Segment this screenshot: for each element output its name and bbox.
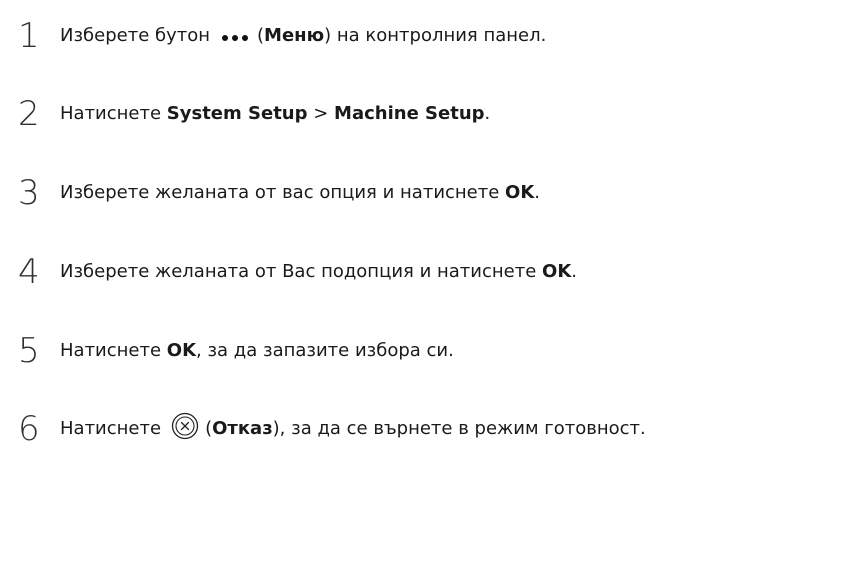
- path-separator: >: [307, 103, 335, 124]
- step-number: 6: [18, 409, 40, 449]
- ok-label: OK: [166, 340, 197, 361]
- step-text: Изберете бутон (Меню) на контролния пане…: [60, 24, 546, 48]
- step-text-pre: Натиснете: [60, 103, 167, 124]
- step-text: Натиснете System Setup > Machine Setup.: [60, 102, 490, 126]
- step-text-pre: Изберете бутон: [60, 25, 211, 46]
- step-1: 1 Изберете бутон (Меню) на контролния па…: [18, 16, 546, 56]
- instruction-steps: 1 Изберете бутон (Меню) на контролния па…: [0, 0, 847, 561]
- cancel-label: Отказ: [212, 418, 273, 439]
- step-2: 2 Натиснете System Setup > Machine Setup…: [18, 94, 490, 134]
- step-text-pre: Натиснете: [60, 418, 162, 439]
- step-text-post: ) на контролния панел.: [324, 25, 547, 46]
- step-text-post: .: [571, 261, 577, 282]
- step-text-post: .: [534, 182, 541, 203]
- step-text-post: ), за да се върнете в режим готовност.: [272, 418, 646, 439]
- menu-label: Меню: [264, 25, 325, 46]
- ok-label: OK: [505, 182, 535, 203]
- step-text-post: , за да запазите избора си.: [196, 340, 454, 361]
- step-3: 3 Изберете желаната от вас опция и натис…: [18, 173, 540, 213]
- step-text: Натиснете (Отказ), за да се върнете в ре…: [60, 412, 646, 443]
- step-text-pre: Натиснете: [60, 340, 167, 361]
- step-text: Изберете желаната от Вас подопция и нати…: [60, 260, 577, 284]
- step-text: Натиснете OK, за да запазите избора си.: [60, 339, 454, 363]
- ok-label: OK: [542, 261, 572, 282]
- machine-setup-label: Machine Setup: [334, 103, 485, 124]
- system-setup-label: System Setup: [166, 103, 308, 124]
- step-number: 5: [18, 331, 40, 371]
- open-paren: (: [205, 418, 213, 439]
- step-6: 6 Натиснете (Отказ), за да се върнете в …: [18, 409, 646, 449]
- menu-dots-icon: [222, 35, 249, 41]
- step-number: 4: [18, 252, 40, 292]
- step-5: 5 Натиснете OK, за да запазите избора си…: [18, 331, 454, 371]
- step-4: 4 Изберете желаната от Вас подопция и на…: [18, 252, 577, 292]
- open-paren: (: [257, 25, 265, 46]
- step-text-post: .: [484, 103, 491, 124]
- step-text-pre: Изберете желаната от Вас подопция и нати…: [60, 261, 543, 282]
- step-number: 1: [18, 16, 40, 56]
- step-text-pre: Изберете желаната от вас опция и натисне…: [60, 182, 506, 203]
- step-number: 3: [18, 173, 40, 213]
- step-text: Изберете желаната от вас опция и натисне…: [60, 181, 540, 205]
- step-number: 2: [18, 94, 40, 134]
- cancel-icon: [171, 412, 199, 440]
